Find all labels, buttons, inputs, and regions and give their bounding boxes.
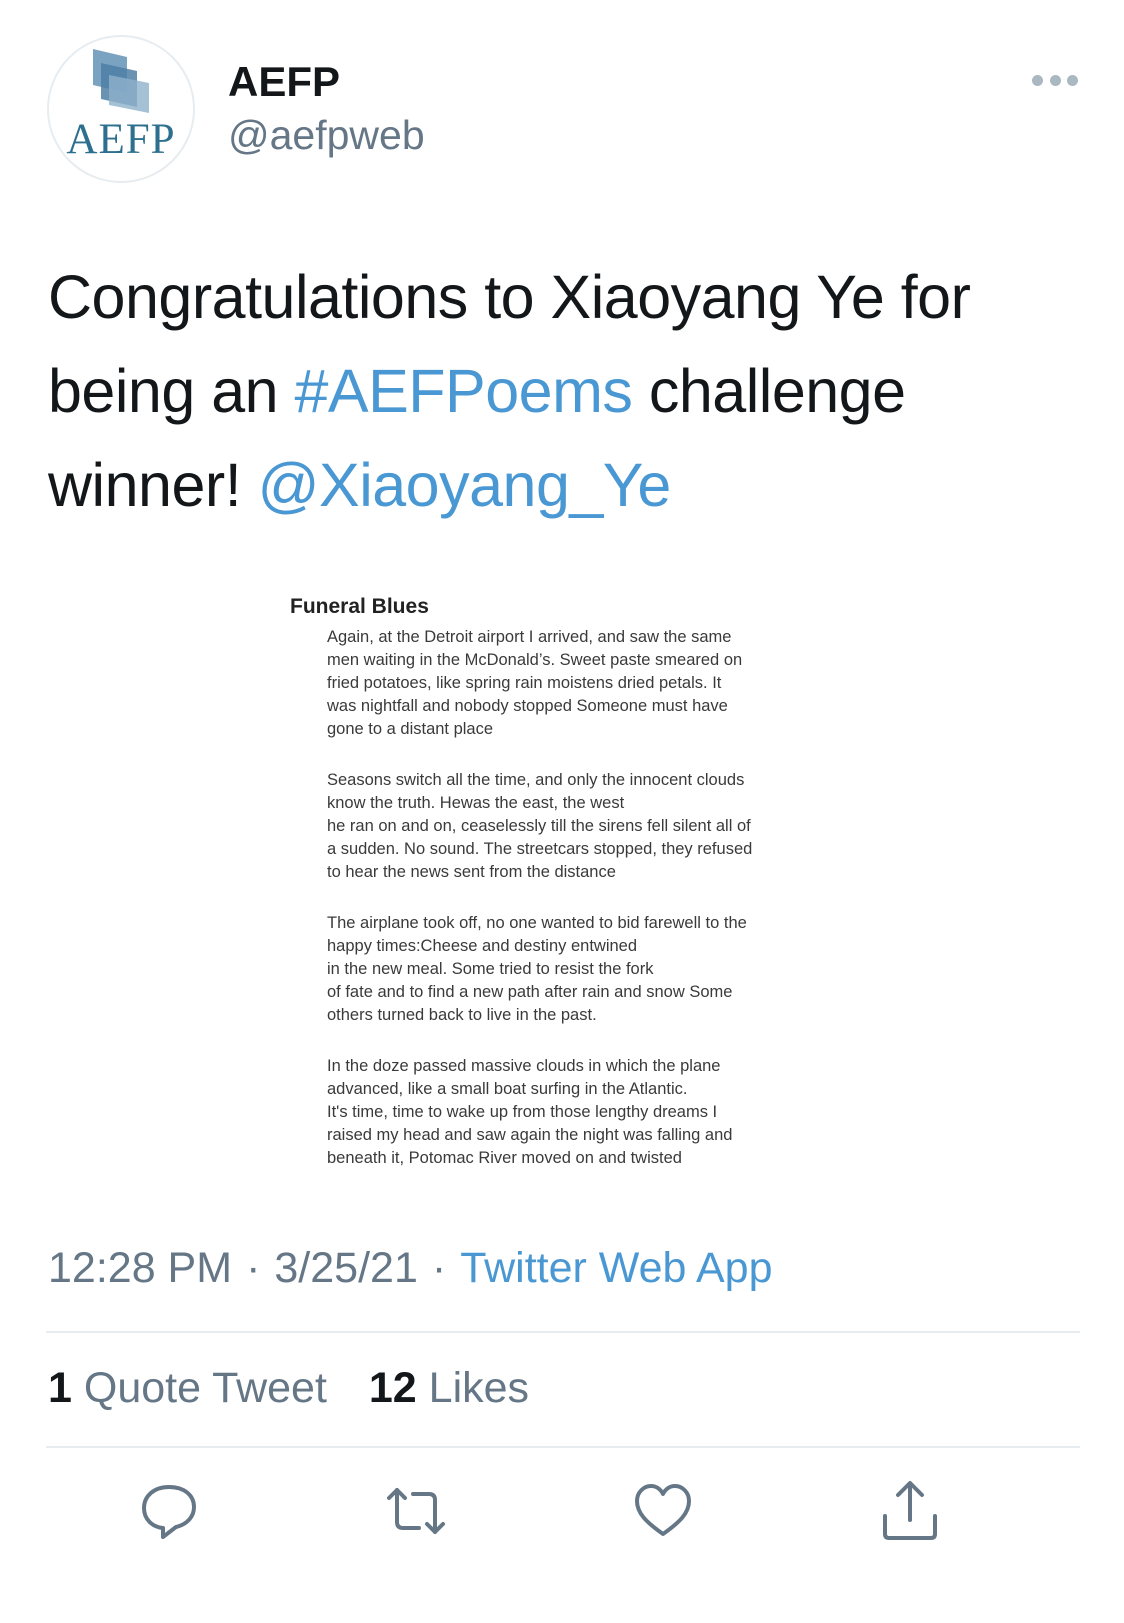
quote-label: Quote Tweet [83, 1364, 327, 1412]
divider [46, 1331, 1080, 1333]
share-icon[interactable] [877, 1478, 943, 1544]
poem-line: men waiting in the McDonald’s. Sweet pas… [327, 651, 743, 669]
poem-line: a sudden. No sound. The streetcars stopp… [327, 840, 753, 858]
poem-line: know the truth. Hewas the east, the west [327, 794, 625, 812]
poem-stanza: Seasons switch all the time, and only th… [327, 769, 810, 884]
meta-separator: · [431, 1244, 447, 1292]
poem-line: raised my head and saw again the night w… [327, 1126, 733, 1144]
like-label: Likes [428, 1364, 530, 1412]
poem-stanza: In the doze passed massive clouds in whi… [327, 1055, 810, 1170]
poem-line: beneath it, Potomac River moved on and t… [327, 1149, 682, 1167]
poem-line: The airplane took off, no one wanted to … [327, 914, 747, 932]
avatar-text: AEFP [66, 116, 176, 163]
more-icon[interactable] [1032, 70, 1078, 90]
poem-line: Again, at the Detroit airport I arrived,… [327, 628, 732, 646]
poem-line: in the new meal. Some tried to resist th… [327, 960, 654, 978]
quote-tweets-stat[interactable]: 1 Quote Tweet [48, 1364, 327, 1412]
meta-separator: · [246, 1244, 261, 1292]
avatar[interactable]: AEFP [47, 35, 195, 183]
tweet-text: Congratulations to Xiaoyang Ye for being… [48, 250, 1088, 532]
reply-icon[interactable] [136, 1478, 202, 1544]
poem-line: of fate and to find a new path after rai… [327, 983, 733, 1001]
poem-title: Funeral Blues [290, 595, 429, 618]
user-handle[interactable]: @aefpweb [228, 112, 425, 159]
poem-stanza: The airplane took off, no one wanted to … [327, 912, 810, 1027]
divider [46, 1446, 1080, 1448]
mention-link[interactable]: @Xiaoyang_Ye [258, 451, 672, 519]
tweet-source-link[interactable]: Twitter Web App [460, 1244, 772, 1292]
poem-line: others turned back to live in the past. [327, 1006, 597, 1024]
poem-line: In the doze passed massive clouds in whi… [327, 1057, 721, 1075]
poem-line: fried potatoes, like spring rain moisten… [327, 674, 722, 692]
poem-line: to hear the news sent from the distance [327, 863, 616, 881]
tweet-time[interactable]: 12:28 PM [48, 1244, 232, 1292]
like-count: 12 [368, 1364, 417, 1412]
action-bar [0, 1478, 1124, 1544]
poem-line: It's time, time to wake up from those le… [327, 1103, 718, 1121]
poem-stanza: Again, at the Detroit airport I arrived,… [327, 626, 810, 741]
display-name[interactable]: AEFP [228, 58, 340, 106]
tweet-date[interactable]: 3/25/21 [274, 1244, 417, 1292]
retweet-icon[interactable] [383, 1478, 449, 1544]
tweet-meta: 12:28 PM · 3/25/21 · Twitter Web App [48, 1244, 772, 1293]
poem-image[interactable]: Funeral Blues Again, at the Detroit airp… [290, 595, 810, 1198]
poem-line: happy times:Cheese and destiny entwined [327, 937, 638, 955]
poem-line: gone to a distant place [327, 720, 494, 738]
tweet-stats: 1 Quote Tweet 12 Likes [48, 1364, 559, 1413]
poem-line: was nightfall and nobody stopped Someone… [327, 697, 728, 715]
like-icon[interactable] [630, 1478, 696, 1544]
hashtag-link[interactable]: #AEFPoems [295, 357, 633, 425]
quote-count: 1 [48, 1364, 72, 1412]
poem-line: advanced, like a small boat surfing in t… [327, 1080, 688, 1098]
poem-line: Seasons switch all the time, and only th… [327, 771, 745, 789]
poem-line: he ran on and on, ceaselessly till the s… [327, 817, 751, 835]
likes-stat[interactable]: 12 Likes [369, 1364, 529, 1412]
